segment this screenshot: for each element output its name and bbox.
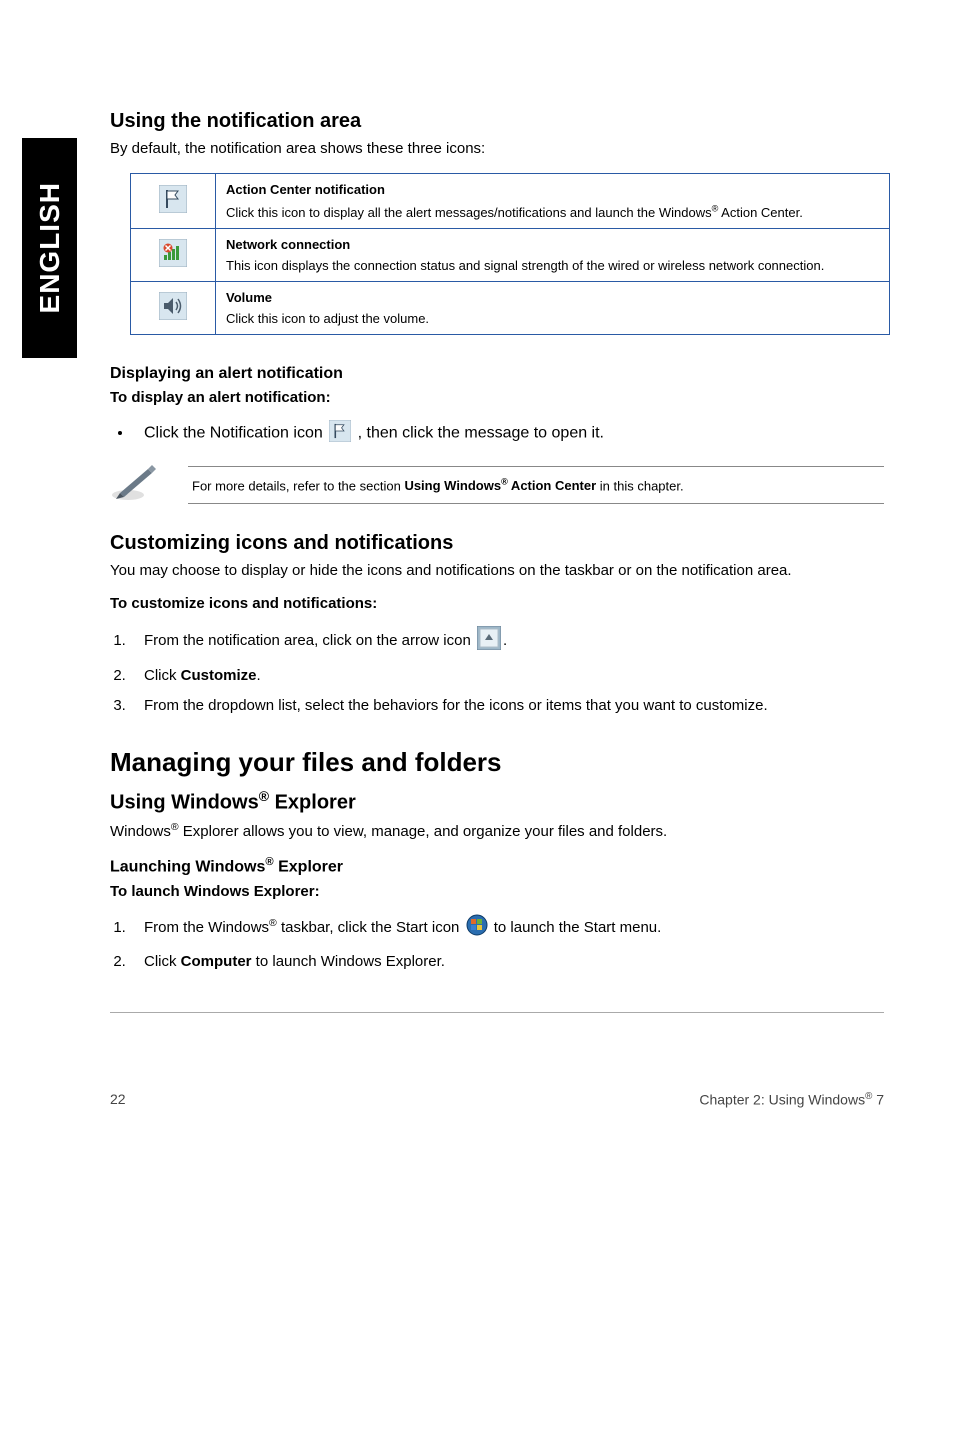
pen-note-icon xyxy=(110,463,188,508)
launch-sub: To launch Windows Explorer: xyxy=(110,883,884,900)
arrow-up-icon xyxy=(477,626,501,656)
page-footer: 22 Chapter 2: Using Windows® 7 xyxy=(110,1021,884,1108)
bullet-icon xyxy=(118,431,122,435)
display-alert-step: Click the Notification icon , then click… xyxy=(110,420,884,447)
launch-heading: Launching Windows® Explorer xyxy=(110,856,884,876)
action-center-desc: Click this icon to display all the alert… xyxy=(226,205,803,220)
action-center-desc-cell: Action Center notification Click this ic… xyxy=(216,174,890,228)
list-item: Click Computer to launch Windows Explore… xyxy=(130,952,884,972)
action-center-icon-cell xyxy=(131,174,216,228)
volume-title: Volume xyxy=(226,290,879,305)
note-row: For more details, refer to the section U… xyxy=(110,463,884,508)
explorer-heading: Using Windows® Explorer xyxy=(110,788,884,815)
list-item: Click Customize. xyxy=(130,666,884,686)
language-tab: ENGLISH xyxy=(22,138,77,358)
volume-desc-cell: Volume Click this icon to adjust the vol… xyxy=(216,281,890,334)
network-desc: This icon displays the connection status… xyxy=(226,258,824,273)
volume-desc: Click this icon to adjust the volume. xyxy=(226,311,429,326)
flag-icon xyxy=(159,185,187,213)
volume-icon xyxy=(159,292,187,320)
table-row: Volume Click this icon to adjust the vol… xyxy=(131,281,890,334)
windows-start-icon xyxy=(466,914,488,942)
notification-area-heading: Using the notification area xyxy=(110,110,884,133)
network-icon-cell xyxy=(131,228,216,281)
customize-intro: You may choose to display or hide the ic… xyxy=(110,561,884,581)
display-alert-step-text: Click the Notification icon , then click… xyxy=(144,420,604,447)
display-alert-sub: To display an alert notification: xyxy=(110,389,884,406)
list-item: From the notification area, click on the… xyxy=(130,626,884,656)
launch-steps: From the Windows® taskbar, click the Sta… xyxy=(110,914,884,973)
list-item: From the dropdown list, select the behav… xyxy=(130,696,884,716)
footer-rule xyxy=(110,1012,884,1013)
network-icon xyxy=(159,239,187,267)
customize-sub: To customize icons and notifications: xyxy=(110,595,884,612)
page-number: 22 xyxy=(110,1091,126,1108)
customize-steps: From the notification area, click on the… xyxy=(110,626,884,717)
network-desc-cell: Network connection This icon displays th… xyxy=(216,228,890,281)
display-alert-heading: Displaying an alert notification xyxy=(110,365,884,383)
list-item: From the Windows® taskbar, click the Sta… xyxy=(130,914,884,942)
managing-heading: Managing your files and folders xyxy=(110,747,884,778)
language-tab-label: ENGLISH xyxy=(34,182,66,313)
customize-heading: Customizing icons and notifications xyxy=(110,532,884,555)
notification-icons-table: Action Center notification Click this ic… xyxy=(130,173,890,334)
explorer-intro: Windows® Explorer allows you to view, ma… xyxy=(110,820,884,842)
action-center-title: Action Center notification xyxy=(226,182,879,197)
network-title: Network connection xyxy=(226,237,879,252)
flag-icon xyxy=(329,420,351,447)
note-text: For more details, refer to the section U… xyxy=(188,466,884,504)
chapter-label: Chapter 2: Using Windows® 7 xyxy=(699,1091,884,1108)
table-row: Network connection This icon displays th… xyxy=(131,228,890,281)
volume-icon-cell xyxy=(131,281,216,334)
notification-area-intro: By default, the notification area shows … xyxy=(110,139,884,159)
table-row: Action Center notification Click this ic… xyxy=(131,174,890,228)
